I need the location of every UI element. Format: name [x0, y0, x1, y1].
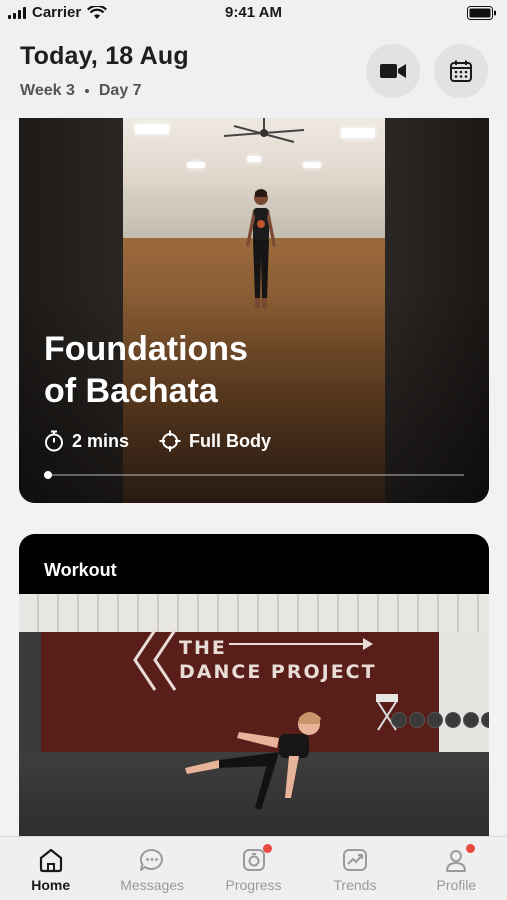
- notification-badge: [262, 844, 272, 853]
- video-button[interactable]: [366, 44, 420, 98]
- tab-trends[interactable]: Trends: [304, 837, 405, 900]
- chat-bubble-icon: [140, 849, 164, 871]
- tab-progress[interactable]: Progress: [203, 837, 304, 900]
- crosshair-icon: [159, 430, 181, 452]
- battery-icon: [467, 6, 497, 24]
- chevrons-logo-icon: [133, 629, 177, 691]
- status-bar: Carrier 9:41 AM: [0, 0, 507, 26]
- workout-card[interactable]: Workout THE DANCE PROJECT: [19, 534, 489, 854]
- home-icon: [39, 848, 62, 873]
- exercise-balls: [391, 712, 489, 728]
- progress-track[interactable]: [44, 474, 464, 476]
- notification-badge: [465, 844, 475, 853]
- workout-card-label: Workout: [44, 560, 117, 580]
- trend-chart-icon: [342, 849, 367, 871]
- logo-arrow-line: [229, 643, 369, 645]
- studio-ceiling: [19, 594, 489, 632]
- tab-label: Home: [31, 877, 71, 893]
- week-label: Week 3: [20, 82, 75, 99]
- tab-messages[interactable]: Messages: [101, 837, 202, 900]
- video-camera-icon: [380, 64, 406, 78]
- separator-dot: [84, 89, 89, 93]
- tab-label: Trends: [333, 877, 377, 893]
- clock: 9:41 AM: [225, 4, 282, 21]
- featured-workout-card[interactable]: Foundations of Bachata 2 mins Full Body: [19, 118, 489, 503]
- logo-arrow-head: [363, 638, 373, 650]
- focus-label: Full Body: [189, 430, 272, 451]
- tab-profile[interactable]: Profile: [406, 837, 507, 900]
- tab-label: Profile: [436, 877, 477, 893]
- dancer-figure: [185, 712, 321, 810]
- header: Today, 18 Aug Week 3 Day 7: [0, 26, 507, 118]
- tab-home[interactable]: Home: [0, 837, 101, 900]
- duration-label: 2 mins: [72, 430, 130, 451]
- tab-bar: Home Messages Progress Trends Profile: [0, 836, 507, 900]
- day-label: Day 7: [98, 82, 142, 99]
- page-title: Today, 18 Aug: [20, 42, 189, 70]
- stopwatch-icon: [45, 430, 63, 452]
- progress-knob[interactable]: [44, 471, 52, 479]
- calendar-button[interactable]: [434, 44, 488, 98]
- workout-title-line2: of Bachata: [44, 372, 218, 410]
- studio-logo-line2: DANCE PROJECT: [179, 661, 377, 683]
- workout-title: Foundations of Bachata: [44, 328, 248, 412]
- tab-label: Messages: [120, 877, 185, 893]
- studio-logo-line1: THE: [179, 637, 227, 659]
- workout-thumbnail: THE DANCE PROJECT: [19, 594, 489, 854]
- tab-label: Progress: [225, 877, 282, 893]
- week-day-line: Week 3 Day 7: [20, 82, 142, 100]
- workout-title-line1: Foundations: [44, 330, 248, 368]
- workout-meta: 2 mins Full Body: [44, 430, 271, 452]
- calendar-icon: [450, 60, 472, 82]
